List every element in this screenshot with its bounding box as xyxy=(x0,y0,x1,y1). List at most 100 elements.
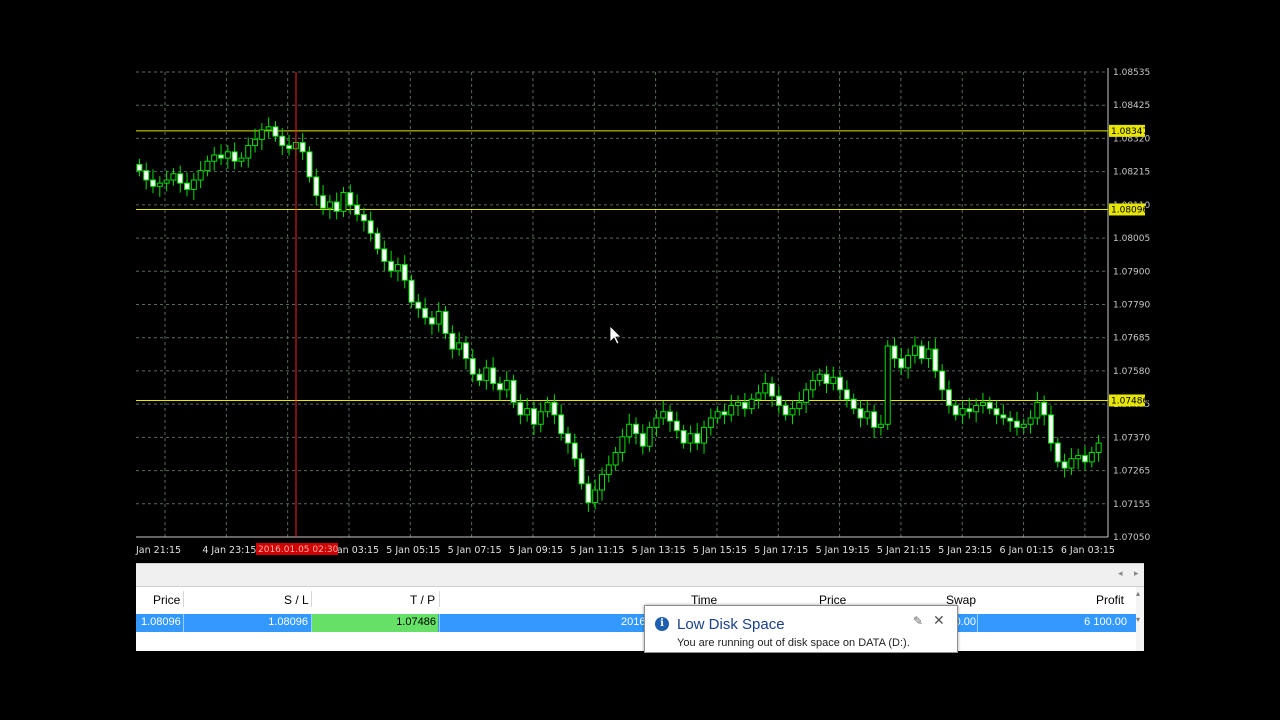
candle-body xyxy=(680,430,687,444)
candle-body xyxy=(1095,442,1102,453)
scroll-left-icon[interactable]: ◂ xyxy=(1118,568,1123,579)
candle-body xyxy=(367,220,374,234)
candle-body xyxy=(252,138,259,147)
candle-body xyxy=(605,464,612,475)
candle-body xyxy=(306,151,313,178)
candle-body xyxy=(769,383,776,397)
candle-body xyxy=(456,342,463,350)
candle-body xyxy=(218,154,225,159)
candle-body xyxy=(871,411,878,428)
price-tick-label: 1.07265 xyxy=(1113,467,1150,477)
candle-body xyxy=(354,204,361,215)
price-tick-label: 1.07050 xyxy=(1113,533,1150,543)
candle-body xyxy=(394,264,401,272)
price-tick-label: 1.08005 xyxy=(1113,234,1150,244)
time-tick-label: 5 Jan 09:15 xyxy=(509,545,563,556)
candle-body xyxy=(945,389,952,406)
candle-body xyxy=(245,145,252,159)
candle-body xyxy=(143,170,150,181)
candle-body xyxy=(775,395,782,406)
row-tp: 1.07486 xyxy=(396,616,436,628)
candle-body xyxy=(1041,401,1048,416)
price-chart[interactable]: 1.085351.084251.083201.082151.081101.080… xyxy=(0,0,1280,560)
candle-body xyxy=(530,408,537,425)
trade-row[interactable]: 1.08096 1.08096 1.07486 2016 0.00 6 100.… xyxy=(136,614,1136,632)
candle-body xyxy=(932,348,939,372)
candle-body xyxy=(408,279,415,303)
candle-body xyxy=(320,195,327,209)
candle-body xyxy=(755,392,762,400)
candle-body xyxy=(619,436,626,453)
candle-body xyxy=(272,126,279,137)
candle-body xyxy=(442,311,449,334)
col-header-tp[interactable]: T / P xyxy=(410,593,435,607)
notification-message: You are running out of disk space on DAT… xyxy=(677,637,910,649)
candle-body xyxy=(1088,451,1095,463)
candle-body xyxy=(660,411,667,419)
time-tick-label: 5 Jan 11:15 xyxy=(570,545,624,556)
low-disk-space-notification[interactable]: i Low Disk Space You are running out of … xyxy=(644,605,958,653)
candle-body xyxy=(673,420,680,432)
candle-body xyxy=(286,145,293,150)
candle-body xyxy=(741,401,748,410)
candle-body xyxy=(1068,458,1075,469)
cell-separator xyxy=(183,614,184,632)
cell-separator xyxy=(439,614,440,632)
terminal-scrollbar[interactable]: ▴ ▾ xyxy=(1136,587,1144,651)
candle-body xyxy=(313,176,320,197)
price-tick-label: 1.07370 xyxy=(1113,433,1150,443)
candle-body xyxy=(333,201,340,212)
col-separator[interactable] xyxy=(183,591,184,607)
mouse-cursor-icon xyxy=(609,325,622,345)
candle-body xyxy=(905,354,912,369)
candle-body xyxy=(959,408,966,416)
candle-body xyxy=(428,317,435,325)
candle-body xyxy=(864,411,871,419)
col-header-sl[interactable]: S / L xyxy=(284,593,309,607)
col-header-price[interactable]: Price xyxy=(153,593,180,607)
candle-body xyxy=(211,154,218,162)
col-separator[interactable] xyxy=(311,591,312,607)
trading-terminal-window: 1.085351.084251.083201.082151.081101.080… xyxy=(0,0,1280,720)
price-level-label: 1.07486 xyxy=(1111,396,1148,406)
time-tick-label: 4 Jan 23:15 xyxy=(202,545,256,556)
candle-body xyxy=(374,232,381,250)
candle-body xyxy=(483,367,490,381)
close-icon[interactable]: ✕ xyxy=(933,612,945,629)
candle-body xyxy=(476,373,483,381)
candle-body xyxy=(585,483,592,504)
candle-body xyxy=(979,401,986,406)
candle-body xyxy=(993,408,1000,416)
candle-body xyxy=(156,182,163,187)
scroll-right-icon[interactable]: ▸ xyxy=(1134,568,1139,579)
candle-body xyxy=(326,201,333,209)
cell-separator xyxy=(311,614,312,632)
candle-body xyxy=(462,342,469,360)
candle-body xyxy=(1075,455,1082,460)
candle-body xyxy=(204,160,211,172)
scroll-down-icon[interactable]: ▾ xyxy=(1136,615,1140,624)
candle-body xyxy=(551,401,558,416)
candle-body xyxy=(190,179,197,190)
scroll-up-icon[interactable]: ▴ xyxy=(1136,589,1140,598)
pin-icon[interactable]: ✎ xyxy=(913,614,923,628)
candle-body xyxy=(735,401,742,406)
candle-body xyxy=(524,408,531,416)
candle-body xyxy=(150,179,157,187)
candle-body xyxy=(558,414,565,435)
candle-body xyxy=(496,383,503,391)
candle-body xyxy=(667,411,674,422)
price-level-label: 1.08096 xyxy=(1111,205,1148,215)
candle-body xyxy=(850,398,857,410)
candle-body xyxy=(762,383,769,394)
col-header-profit[interactable]: Profit xyxy=(1096,593,1124,607)
price-tick-label: 1.08425 xyxy=(1113,101,1150,111)
candle-body xyxy=(503,379,510,391)
candle-body xyxy=(1020,423,1027,428)
col-separator[interactable] xyxy=(439,591,440,607)
candle-body xyxy=(381,248,388,262)
candle-body xyxy=(857,408,864,419)
time-tick-label: 5 Jan 13:15 xyxy=(632,545,686,556)
candle-body xyxy=(1034,401,1041,419)
candle-body xyxy=(694,433,701,444)
